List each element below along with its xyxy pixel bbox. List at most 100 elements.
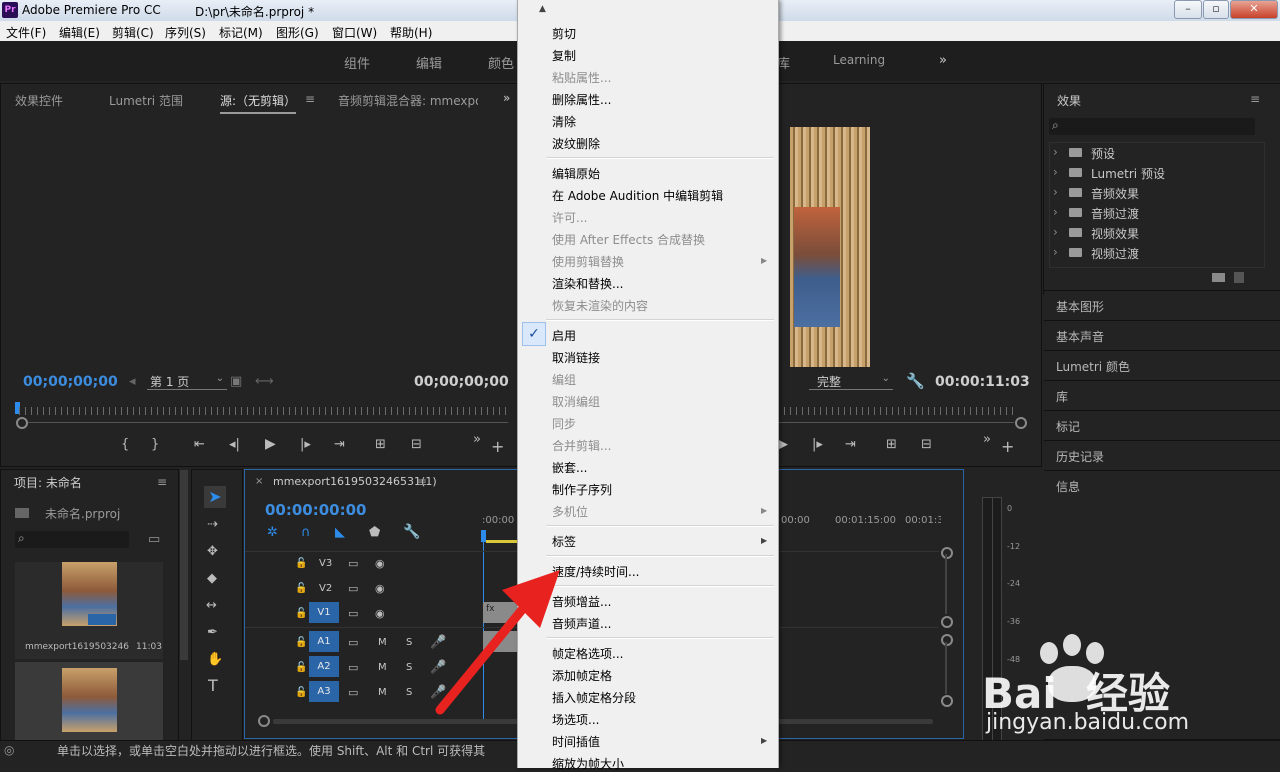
tab-lumetri-scopes[interactable]: Lumetri 范围 bbox=[109, 92, 183, 109]
sync-lock-icon[interactable]: ▭ bbox=[348, 686, 358, 700]
lock-icon[interactable]: 🔓 bbox=[295, 582, 307, 596]
menu-item-multi-camera[interactable]: 多机位 bbox=[552, 503, 588, 520]
program-zoom-bar[interactable] bbox=[778, 422, 1014, 423]
effects-item-audio-transitions[interactable]: 音频过渡 bbox=[1091, 205, 1139, 222]
step-forward-icon[interactable]: |▸ bbox=[300, 438, 311, 452]
section-lumetri-color[interactable]: Lumetri 颜色 bbox=[1044, 350, 1280, 380]
hand-tool-icon[interactable]: ✋ bbox=[207, 653, 223, 667]
track-label-v2[interactable]: V2 bbox=[319, 583, 332, 594]
sync-lock-icon[interactable]: ▭ bbox=[348, 557, 358, 571]
lock-icon[interactable]: 🔓 bbox=[295, 636, 307, 650]
menu-item-replace-with-clip[interactable]: 使用剪辑替换 bbox=[552, 253, 624, 270]
lift-icon[interactable]: ⊞ bbox=[886, 438, 897, 452]
panel-menu-icon[interactable]: ≡ bbox=[305, 92, 315, 106]
project-search-input[interactable]: ⌕ bbox=[15, 531, 129, 548]
pen-tool-icon[interactable]: ✒ bbox=[207, 626, 218, 640]
mute-button[interactable]: M bbox=[378, 637, 387, 648]
overwrite-icon[interactable]: ⊟ bbox=[411, 438, 422, 452]
snap-icon[interactable]: ✲ bbox=[267, 526, 278, 540]
clip-thumbnail-card-selected[interactable] bbox=[15, 662, 163, 740]
menu-sequence[interactable]: 序列(S) bbox=[165, 24, 206, 41]
a-scroll-bottom-handle[interactable] bbox=[941, 695, 953, 707]
chevron-right-icon[interactable]: › bbox=[1053, 245, 1058, 259]
menu-item-label[interactable]: 标签 bbox=[552, 533, 576, 550]
step-forward-icon[interactable]: |▸ bbox=[812, 438, 823, 452]
sequence-timecode[interactable]: 00:00:00:00 bbox=[265, 501, 367, 519]
solo-button[interactable]: S bbox=[406, 637, 412, 648]
program-ruler[interactable] bbox=[778, 407, 1018, 415]
a-scrollbar[interactable] bbox=[945, 642, 947, 694]
clip-thumbnail-card[interactable]: mmexport16195032465… 11:03 bbox=[15, 562, 163, 659]
effects-item-lumetri-presets[interactable]: Lumetri 预设 bbox=[1091, 165, 1165, 182]
menu-item-replace-with-ae[interactable]: 使用 After Effects 合成替换 bbox=[552, 231, 705, 248]
track-select-tool-icon[interactable]: ⇢ bbox=[207, 518, 218, 532]
v-scroll-mid-handle[interactable] bbox=[941, 616, 953, 628]
mark-in-icon[interactable]: { bbox=[121, 438, 129, 452]
marker-icon[interactable]: ⬟ bbox=[369, 526, 380, 540]
effects-search-input[interactable]: ⌕ bbox=[1049, 118, 1255, 135]
tab-audio-clip-mixer[interactable]: 音频剪辑混合器: mmexpo bbox=[338, 92, 478, 109]
menu-item-nest[interactable]: 嵌套... bbox=[552, 459, 587, 476]
step-back-icon[interactable]: ◂| bbox=[229, 438, 240, 452]
page-select[interactable]: 第 1 页 ⌄ bbox=[147, 372, 227, 390]
menu-item-enable[interactable]: 启用 bbox=[552, 327, 576, 344]
menu-item-ungroup[interactable]: 取消编组 bbox=[552, 393, 600, 410]
menu-file[interactable]: 文件(F) bbox=[6, 24, 46, 41]
workspace-tab-editing[interactable]: 编辑 bbox=[416, 53, 442, 72]
workspace-tab-color[interactable]: 颜色 bbox=[488, 53, 514, 72]
scroll-up-icon[interactable]: ▲ bbox=[539, 4, 546, 14]
effects-item-video-effects[interactable]: 视频效果 bbox=[1091, 225, 1139, 242]
chevron-right-icon[interactable]: › bbox=[1053, 205, 1058, 219]
menu-item-ripple-delete[interactable]: 波纹删除 bbox=[552, 135, 600, 152]
track-target-a1[interactable]: A1 bbox=[309, 631, 339, 652]
workspace-tab-learning[interactable]: Learning bbox=[833, 53, 885, 67]
new-folder-icon[interactable] bbox=[1212, 273, 1225, 282]
ripple-edit-tool-icon[interactable]: ✥ bbox=[207, 545, 218, 559]
chevron-right-icon[interactable]: › bbox=[1053, 225, 1058, 239]
menu-item-edit-original[interactable]: 编辑原始 bbox=[552, 165, 600, 182]
menu-item-remove-attributes[interactable]: 删除属性... bbox=[552, 91, 611, 108]
eye-icon[interactable]: ◉ bbox=[375, 557, 385, 571]
menu-item-clear[interactable]: 清除 bbox=[552, 113, 576, 130]
menu-item-cut[interactable]: 剪切 bbox=[552, 25, 576, 42]
panel-menu-icon[interactable]: ≡ bbox=[157, 475, 167, 489]
chevron-right-icon[interactable]: › bbox=[1053, 145, 1058, 159]
menu-item-render-and-replace[interactable]: 渲染和替换... bbox=[552, 275, 623, 292]
zoom-start-handle[interactable] bbox=[16, 417, 28, 429]
close-button[interactable]: ✕ bbox=[1230, 0, 1278, 19]
menu-edit[interactable]: 编辑(E) bbox=[59, 24, 100, 41]
panel-menu-icon[interactable]: ≡ bbox=[417, 475, 427, 489]
mark-out-icon[interactable]: } bbox=[151, 438, 159, 452]
project-scrollbar[interactable] bbox=[180, 470, 188, 660]
zoom-bar[interactable] bbox=[28, 422, 508, 423]
menu-item-license[interactable]: 许可... bbox=[552, 209, 587, 226]
source-timecode[interactable]: 00;00;00;00 bbox=[23, 374, 118, 390]
play-icon[interactable]: ▶ bbox=[265, 437, 276, 451]
effects-item-presets[interactable]: 预设 bbox=[1091, 145, 1115, 162]
chevron-right-icon[interactable]: › bbox=[1053, 185, 1058, 199]
minimize-button[interactable]: – bbox=[1174, 0, 1202, 19]
mute-button[interactable]: M bbox=[378, 687, 387, 698]
panel-menu-icon[interactable]: ≡ bbox=[1250, 92, 1260, 106]
add-button-icon[interactable]: + bbox=[1001, 439, 1014, 455]
eye-icon[interactable]: ◉ bbox=[375, 582, 385, 596]
v-scroll-top-handle[interactable] bbox=[941, 547, 953, 559]
menu-item-restore-unrendered[interactable]: 恢复未渲染的内容 bbox=[552, 297, 648, 314]
maximize-button[interactable]: ▫ bbox=[1203, 0, 1229, 19]
sync-lock-icon[interactable]: ▭ bbox=[348, 607, 358, 621]
time-ruler[interactable] bbox=[19, 407, 509, 415]
section-essential-graphics[interactable]: 基本图形 bbox=[1044, 290, 1280, 320]
lock-icon[interactable]: 🔓 bbox=[295, 661, 307, 675]
lock-icon[interactable]: 🔓 bbox=[295, 686, 307, 700]
magnet-icon[interactable]: ∩ bbox=[301, 526, 311, 540]
v-scrollbar[interactable] bbox=[945, 554, 947, 614]
menu-item-paste-attributes[interactable]: 粘贴属性... bbox=[552, 69, 611, 86]
safe-margins-icon[interactable]: ⟷ bbox=[255, 375, 274, 389]
lock-icon[interactable]: 🔓 bbox=[295, 607, 307, 621]
chevron-right-icon[interactable]: › bbox=[1053, 165, 1058, 179]
sync-lock-icon[interactable]: ▭ bbox=[348, 636, 358, 650]
menu-item-make-subsequence[interactable]: 制作子序列 bbox=[552, 481, 612, 498]
track-target-v1[interactable]: V1 bbox=[309, 602, 339, 623]
menu-graphics[interactable]: 图形(G) bbox=[276, 24, 319, 41]
menu-item-merge-clips[interactable]: 合并剪辑... bbox=[552, 437, 611, 454]
